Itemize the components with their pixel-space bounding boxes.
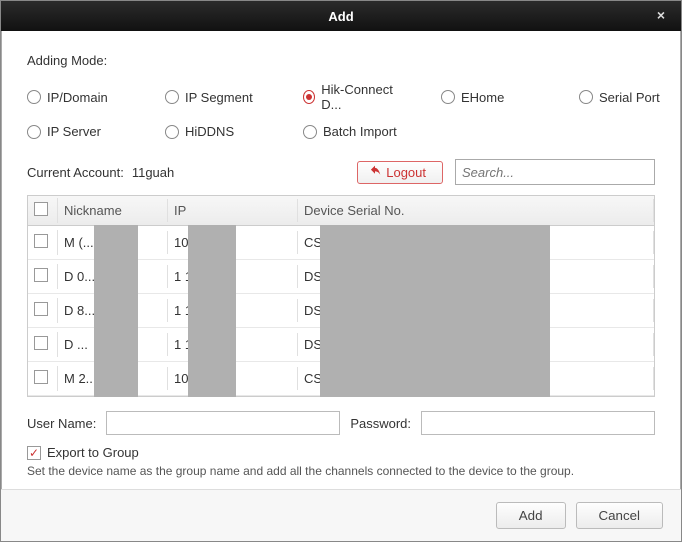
search-input[interactable]: [455, 159, 655, 185]
password-field[interactable]: [421, 411, 655, 435]
radio-dot-icon: [579, 90, 593, 104]
col-nickname[interactable]: Nickname: [58, 199, 168, 222]
radio-label: Batch Import: [323, 124, 397, 139]
redaction-block: [94, 225, 138, 397]
col-ip[interactable]: IP: [168, 199, 298, 222]
row-checkbox[interactable]: [34, 370, 48, 384]
username-field[interactable]: [106, 411, 340, 435]
radio-hik-connect[interactable]: Hik-Connect D...: [303, 82, 403, 112]
radio-hiddns[interactable]: HiDDNS: [165, 124, 265, 139]
current-account-label: Current Account:: [27, 165, 124, 180]
device-table: Nickname IP Device Serial No. M (... 10 …: [27, 195, 655, 397]
credentials-row: User Name: Password:: [27, 411, 655, 435]
dialog-body: Adding Mode: IP/Domain IP Segment Hik-Co…: [1, 31, 681, 489]
radio-label: IP/Domain: [47, 90, 108, 105]
titlebar: Add ×: [1, 1, 681, 31]
add-dialog: Add × Adding Mode: IP/Domain IP Segment …: [0, 0, 682, 542]
row-checkbox[interactable]: [34, 336, 48, 350]
radio-dot-icon: [27, 125, 41, 139]
radio-ip-domain[interactable]: IP/Domain: [27, 82, 127, 112]
account-row: Current Account: 11guah Logout: [27, 159, 655, 185]
redaction-block: [320, 225, 550, 397]
username-label: User Name:: [27, 416, 96, 431]
col-serial[interactable]: Device Serial No.: [298, 199, 654, 222]
select-all-checkbox[interactable]: [34, 202, 48, 216]
radio-label: Serial Port: [599, 90, 660, 105]
radio-ip-server[interactable]: IP Server: [27, 124, 127, 139]
radio-label: EHome: [461, 90, 504, 105]
export-checkbox[interactable]: [27, 446, 41, 460]
logout-label: Logout: [386, 165, 426, 180]
table-header: Nickname IP Device Serial No.: [28, 196, 654, 226]
radio-serial-port[interactable]: Serial Port: [579, 82, 679, 112]
radio-ip-segment[interactable]: IP Segment: [165, 82, 265, 112]
radio-dot-icon: [303, 90, 315, 104]
radio-batch-import[interactable]: Batch Import: [303, 124, 403, 139]
undo-icon: [368, 165, 382, 179]
export-label: Export to Group: [47, 445, 139, 460]
export-to-group-row[interactable]: Export to Group: [27, 445, 655, 460]
add-button[interactable]: Add: [496, 502, 566, 529]
dialog-footer: Add Cancel: [1, 489, 681, 541]
table-body: M (... 10 .92 CS- 89588 D 0... 1 18 DS: [28, 226, 654, 396]
adding-mode-row-2: IP Server HiDDNS Batch Import: [27, 124, 655, 139]
current-account-value: 11guah: [132, 165, 174, 180]
radio-dot-icon: [441, 90, 455, 104]
radio-label: IP Server: [47, 124, 101, 139]
adding-mode-row-1: IP/Domain IP Segment Hik-Connect D... EH…: [27, 82, 655, 112]
redaction-block: [188, 225, 236, 397]
logout-button[interactable]: Logout: [357, 161, 443, 184]
radio-label: Hik-Connect D...: [321, 82, 403, 112]
password-label: Password:: [350, 416, 411, 431]
radio-label: IP Segment: [185, 90, 253, 105]
adding-mode-label: Adding Mode:: [27, 53, 655, 68]
radio-ehome[interactable]: EHome: [441, 82, 541, 112]
close-icon[interactable]: ×: [651, 7, 671, 23]
row-checkbox[interactable]: [34, 268, 48, 282]
dialog-title: Add: [11, 9, 671, 24]
radio-dot-icon: [165, 90, 179, 104]
radio-label: HiDDNS: [185, 124, 234, 139]
export-note: Set the device name as the group name an…: [27, 464, 655, 478]
radio-dot-icon: [165, 125, 179, 139]
row-checkbox[interactable]: [34, 234, 48, 248]
radio-dot-icon: [27, 90, 41, 104]
row-checkbox[interactable]: [34, 302, 48, 316]
radio-dot-icon: [303, 125, 317, 139]
cancel-button[interactable]: Cancel: [576, 502, 664, 529]
